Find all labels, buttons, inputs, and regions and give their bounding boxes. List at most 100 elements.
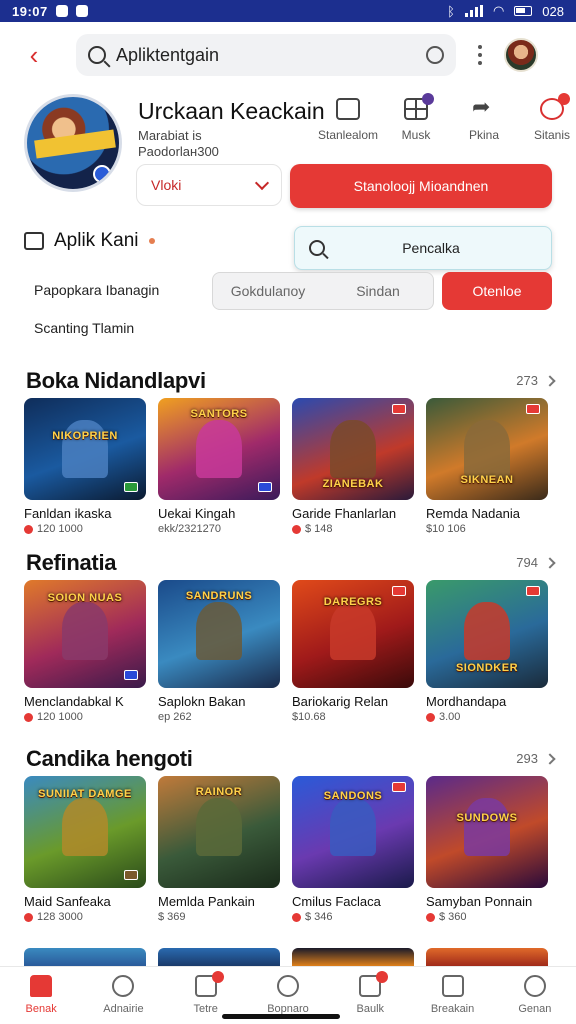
app-notification-icon bbox=[75, 5, 88, 17]
game-name: Maid Sanfeaka bbox=[24, 894, 111, 909]
game-meta: $10 106 bbox=[426, 523, 548, 535]
section-count: 794 bbox=[516, 555, 538, 570]
nav-label: Benak bbox=[25, 1003, 57, 1015]
platform-tag-icon bbox=[258, 482, 272, 492]
status-dot bbox=[148, 238, 155, 244]
game-name: Menclandabkal K bbox=[24, 694, 124, 709]
share-icon bbox=[472, 94, 496, 120]
secondary-search[interactable]: Pencalka bbox=[294, 226, 552, 270]
segment-option-2[interactable]: Sindan bbox=[323, 283, 433, 299]
back-button[interactable]: ‹ bbox=[14, 35, 54, 75]
action-share[interactable]: Pkina bbox=[456, 94, 512, 142]
game-card[interactable]: SANDONS Cmilus Faclaca $ 346 bbox=[292, 776, 414, 923]
game-meta: 120 1000 bbox=[24, 711, 146, 723]
hero-figure bbox=[464, 420, 510, 478]
game-card[interactable]: ZIANEBAK Garide Fhanlarlan $ 148 bbox=[292, 398, 414, 535]
chevron-left-icon: ‹ bbox=[29, 39, 39, 70]
nav-library[interactable]: Baulk bbox=[329, 967, 411, 1024]
chevron-right-icon bbox=[544, 374, 556, 387]
game-thumbnail: SANDRUNS bbox=[158, 580, 280, 688]
nav-label: Baulk bbox=[356, 1003, 385, 1015]
hero-figure bbox=[62, 798, 108, 856]
action-label: Sitanis bbox=[533, 128, 571, 142]
thumbnail-title-art: RAINOR bbox=[195, 786, 243, 798]
voice-search-icon[interactable] bbox=[426, 46, 444, 64]
filter-active-button[interactable]: Otenloe bbox=[442, 272, 552, 310]
user-avatar[interactable] bbox=[504, 38, 538, 72]
game-thumbnail: DAREGRS bbox=[292, 580, 414, 688]
rating-icon bbox=[24, 524, 33, 534]
game-thumbnail: SANTORS bbox=[158, 398, 280, 500]
home-icon bbox=[30, 975, 53, 997]
action-settings[interactable]: Sitanis bbox=[524, 93, 576, 142]
rating-icon bbox=[24, 712, 33, 722]
primary-action-button[interactable]: Stanoloojj Mioandnen bbox=[290, 164, 552, 208]
more-options-icon[interactable] bbox=[478, 45, 482, 65]
secondary-search-input[interactable]: Pencalka bbox=[325, 240, 537, 256]
action-chat[interactable]: Stanlealom bbox=[318, 98, 378, 142]
chevron-right-icon bbox=[544, 556, 556, 569]
apk-title-text: Aplik Kani bbox=[54, 230, 139, 251]
game-name: Fanldan ikaska bbox=[24, 506, 112, 521]
home-indicator[interactable] bbox=[222, 1014, 340, 1019]
thumbnail-title-art: SUNIIAT DAMGE bbox=[38, 788, 132, 800]
game-meta: $ 369 bbox=[158, 911, 280, 923]
top-bar: ‹ Apliktentgain bbox=[0, 28, 576, 82]
profile-avatar[interactable] bbox=[24, 94, 122, 192]
game-meta-text: 128 3000 bbox=[37, 911, 83, 923]
platform-tag-icon bbox=[526, 404, 540, 414]
game-thumbnail: RAINOR bbox=[158, 776, 280, 888]
game-card[interactable]: SUNDOWS Samyban Ponnain $ 360 bbox=[426, 776, 548, 923]
game-card[interactable]: SANDRUNS Saplokn Bakan ep 262 bbox=[158, 580, 280, 723]
nav-profile[interactable]: Genan bbox=[494, 967, 576, 1024]
profile-dropdown[interactable]: Vloki bbox=[136, 164, 282, 206]
game-card[interactable]: SIONDKER Mordhandapa 3.00 bbox=[426, 580, 548, 723]
section-see-all[interactable]: 293 bbox=[516, 751, 556, 766]
game-meta-text: $ 148 bbox=[305, 523, 333, 535]
game-name: Remda Nadania bbox=[426, 506, 520, 521]
game-card[interactable]: NIKOPRIEN Fanldan ikaska 120 1000 bbox=[24, 398, 146, 535]
game-card[interactable]: SANTORS Uekai Kingah ekk/2321270 bbox=[158, 398, 280, 535]
game-card[interactable]: SIKNEAN Remda Nadania $10 106 bbox=[426, 398, 548, 535]
game-meta-text: 120 1000 bbox=[37, 523, 83, 535]
platform-tag-icon bbox=[124, 482, 138, 492]
section-see-all[interactable]: 273 bbox=[516, 373, 556, 388]
thumbnail-title-art: SANTORS bbox=[190, 408, 248, 420]
dropdown-value: Vloki bbox=[151, 177, 182, 193]
game-name: Mordhandapa bbox=[426, 694, 507, 709]
game-card[interactable]: RAINOR Memlda Pankain $ 369 bbox=[158, 776, 280, 923]
game-card[interactable]: SUNIIAT DAMGE Maid Sanfeaka 128 3000 bbox=[24, 776, 146, 923]
game-name: Samyban Ponnain bbox=[426, 894, 533, 909]
activity-icon bbox=[441, 975, 464, 997]
search-bar[interactable]: Apliktentgain bbox=[76, 34, 456, 76]
wifi-icon: ◠ bbox=[492, 3, 505, 18]
nav-home[interactable]: Benak bbox=[0, 967, 82, 1024]
section-title: Candika hengoti bbox=[26, 746, 193, 771]
verified-badge-icon bbox=[93, 165, 111, 183]
game-thumbnail: SIKNEAN bbox=[426, 398, 548, 500]
game-thumbnail: SUNIIAT DAMGE bbox=[24, 776, 146, 888]
game-thumbnail: ZIANEBAK bbox=[292, 398, 414, 500]
game-meta-text: 120 1000 bbox=[37, 711, 83, 723]
profile-subtitle-2: Paodorlaн300 bbox=[138, 144, 219, 159]
section-see-all[interactable]: 794 bbox=[516, 555, 556, 570]
thumbnail-title-art: SOION NUAS bbox=[47, 592, 123, 604]
nav-activity[interactable]: Breakain bbox=[411, 967, 493, 1024]
game-meta: 128 3000 bbox=[24, 911, 146, 923]
game-card[interactable]: SOION NUAS Menclandabkal K 120 1000 bbox=[24, 580, 146, 723]
game-meta-text: $ 369 bbox=[158, 911, 186, 923]
rating-icon bbox=[292, 912, 301, 922]
search-input[interactable]: Apliktentgain bbox=[116, 45, 416, 66]
section-title: Boka Nidandlapvi bbox=[26, 368, 206, 393]
game-meta: $10.68 bbox=[292, 711, 414, 723]
action-grid[interactable]: Musk bbox=[388, 93, 444, 142]
game-thumbnail: SOION NUAS bbox=[24, 580, 146, 688]
thumbnail-title-art: SANDRUNS bbox=[185, 590, 253, 602]
game-meta: 3.00 bbox=[426, 711, 548, 723]
segment-option-1[interactable]: Gokdulaпоy bbox=[213, 283, 323, 299]
peek-thumbnail bbox=[426, 948, 548, 966]
game-name: Bariokarig Relan bbox=[292, 694, 389, 709]
nav-search[interactable]: Adnairie bbox=[82, 967, 164, 1024]
game-meta: $ 346 bbox=[292, 911, 414, 923]
game-card[interactable]: DAREGRS Bariokarig Relan $10.68 bbox=[292, 580, 414, 723]
